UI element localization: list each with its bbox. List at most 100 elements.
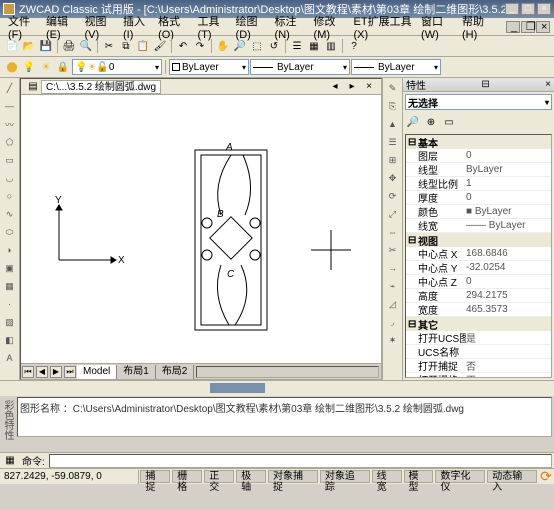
insert-icon[interactable]: ▣	[2, 260, 18, 276]
new-icon[interactable]: 📄	[4, 38, 20, 54]
offset-icon[interactable]: ☰	[385, 134, 401, 150]
point-icon[interactable]: ·	[2, 296, 18, 312]
sb-digit[interactable]: 数字化仪	[435, 470, 485, 483]
mdi-minimize-button[interactable]: _	[506, 21, 520, 33]
scale-icon[interactable]: ⤢	[385, 206, 401, 222]
menu-help[interactable]: 帮助(H)	[458, 12, 496, 42]
paste-icon[interactable]: 📋	[135, 38, 151, 54]
sb-model[interactable]: 模型	[404, 470, 434, 483]
dtab-left-icon[interactable]: ◂	[327, 79, 343, 95]
canvas[interactable]: X Y A B C	[21, 95, 381, 363]
menu-tools[interactable]: 工具(T)	[194, 12, 231, 42]
menu-et[interactable]: ET扩展工具(X)	[350, 12, 417, 42]
panel-header[interactable]: 特性 ⊟ ×	[403, 78, 554, 92]
tab-next-icon[interactable]: ▶	[50, 366, 62, 378]
bulb-icon[interactable]: 💡	[21, 59, 37, 75]
sb-logo-icon[interactable]: ⟳	[538, 469, 554, 485]
spline-icon[interactable]: ∿	[2, 206, 18, 222]
dtab-right-icon[interactable]: ▸	[344, 79, 360, 95]
print-icon[interactable]: 🖨	[61, 38, 77, 54]
rotate-icon[interactable]: ⟳	[385, 188, 401, 204]
tab-prev-icon[interactable]: ◀	[36, 366, 48, 378]
ellipsearc-icon[interactable]: ◗	[2, 242, 18, 258]
trim-icon[interactable]: ✂	[385, 242, 401, 258]
color-combo[interactable]: ByLayer▾	[169, 59, 249, 75]
fillet-icon[interactable]: ◞	[385, 314, 401, 330]
tab-last-icon[interactable]: ⏭	[64, 366, 76, 378]
command-history[interactable]: 图形名称 ：C:\Users\Administrator\Desktop\图文教…	[17, 397, 552, 437]
sb-ortho[interactable]: 正交	[204, 470, 234, 483]
sb-polar[interactable]: 极轴	[236, 470, 266, 483]
explode-icon[interactable]: ✶	[385, 332, 401, 348]
mirror-icon[interactable]: ▲	[385, 116, 401, 132]
undo-icon[interactable]: ↶	[175, 38, 191, 54]
panel-pin-icon[interactable]: ⊟	[481, 79, 489, 90]
mdi-restore-button[interactable]: ❐	[521, 21, 535, 33]
preview-icon[interactable]: 🔍	[78, 38, 94, 54]
minimize-button[interactable]: _	[505, 3, 519, 15]
mdi-close-button[interactable]: ×	[536, 21, 550, 33]
panel-close-icon[interactable]: ×	[545, 79, 551, 90]
menu-format[interactable]: 格式(O)	[154, 12, 192, 42]
array-icon[interactable]: ⊞	[385, 152, 401, 168]
linetype-combo[interactable]: ByLayer▾	[250, 59, 350, 75]
sb-grid[interactable]: 栅格	[172, 470, 202, 483]
break-icon[interactable]: ⌁	[385, 278, 401, 294]
layer-combo[interactable]: 💡☀🔓0▾	[72, 59, 162, 75]
text-icon[interactable]: A	[2, 350, 18, 366]
lineweight-combo[interactable]: ByLayer▾	[351, 59, 441, 75]
pan-icon[interactable]: ✋	[215, 38, 231, 54]
command-input[interactable]	[49, 454, 552, 468]
qselect-icon[interactable]: 🔎	[405, 114, 421, 130]
region-icon[interactable]: ◧	[2, 332, 18, 348]
lock-icon[interactable]: 🔒	[55, 59, 71, 75]
menu-insert[interactable]: 插入(I)	[119, 12, 153, 42]
menu-window[interactable]: 窗口(W)	[417, 12, 457, 42]
close-button[interactable]: ×	[537, 3, 551, 15]
selection-combo[interactable]: 无选择▾	[405, 94, 552, 110]
menu-view[interactable]: 视图(V)	[81, 12, 119, 42]
menu-dim[interactable]: 标注(N)	[271, 12, 309, 42]
menu-file[interactable]: 文件(F)	[4, 12, 41, 42]
polygon-icon[interactable]: ⬠	[2, 134, 18, 150]
selectobj-icon[interactable]: ▭	[441, 114, 457, 130]
line-icon[interactable]: ╱	[2, 80, 18, 96]
circle-icon[interactable]: ○	[2, 188, 18, 204]
sb-dyn[interactable]: 动态输入	[487, 470, 537, 483]
sb-otrack[interactable]: 对象追踪	[320, 470, 370, 483]
designcenter-icon[interactable]: ▦	[306, 38, 322, 54]
sb-lwt[interactable]: 线宽	[372, 470, 402, 483]
move-icon[interactable]: ✥	[385, 170, 401, 186]
dtab-close-icon[interactable]: ×	[361, 79, 377, 95]
xline-icon[interactable]: —	[2, 98, 18, 114]
tab-layout2[interactable]: 布局2	[156, 365, 195, 379]
properties-icon[interactable]: ☰	[289, 38, 305, 54]
open-icon[interactable]: 📂	[21, 38, 37, 54]
arc-icon[interactable]: ◡	[2, 170, 18, 186]
pline-icon[interactable]: 〰	[2, 116, 18, 132]
block-icon[interactable]: ▦	[2, 278, 18, 294]
tab-layout1[interactable]: 布局1	[117, 365, 156, 379]
menu-draw[interactable]: 绘图(D)	[232, 12, 270, 42]
stretch-icon[interactable]: ⇔	[385, 224, 401, 240]
sb-snap[interactable]: 捕捉	[140, 470, 170, 483]
properties-grid[interactable]: ⊟基本 图层0 线型ByLayer 线型比例1 厚度0 颜色■ ByLayer …	[405, 134, 552, 378]
extend-icon[interactable]: →	[385, 260, 401, 276]
redo-icon[interactable]: ↷	[192, 38, 208, 54]
tab-model[interactable]: Model	[77, 365, 117, 379]
toolpalette-icon[interactable]: ▥	[323, 38, 339, 54]
copy-icon[interactable]: ⧉	[118, 38, 134, 54]
document-tab[interactable]: C:\...\3.5.2 绘制圆弧.dwg	[41, 80, 161, 94]
menu-edit[interactable]: 编辑(E)	[42, 12, 80, 42]
sb-osnap[interactable]: 对象捕捉	[268, 470, 318, 483]
erase-icon[interactable]: ✎	[385, 80, 401, 96]
save-icon[interactable]: 💾	[38, 38, 54, 54]
zoom-icon[interactable]: 🔎	[232, 38, 248, 54]
pickadd-icon[interactable]: ⊕	[423, 114, 439, 130]
copyobj-icon[interactable]: ⎘	[385, 98, 401, 114]
match-icon[interactable]: 🖌	[152, 38, 168, 54]
hscrollbar[interactable]	[196, 366, 379, 378]
menu-modify[interactable]: 修改(M)	[310, 12, 349, 42]
help-icon[interactable]: ?	[346, 38, 362, 54]
maximize-button[interactable]: □	[521, 3, 535, 15]
